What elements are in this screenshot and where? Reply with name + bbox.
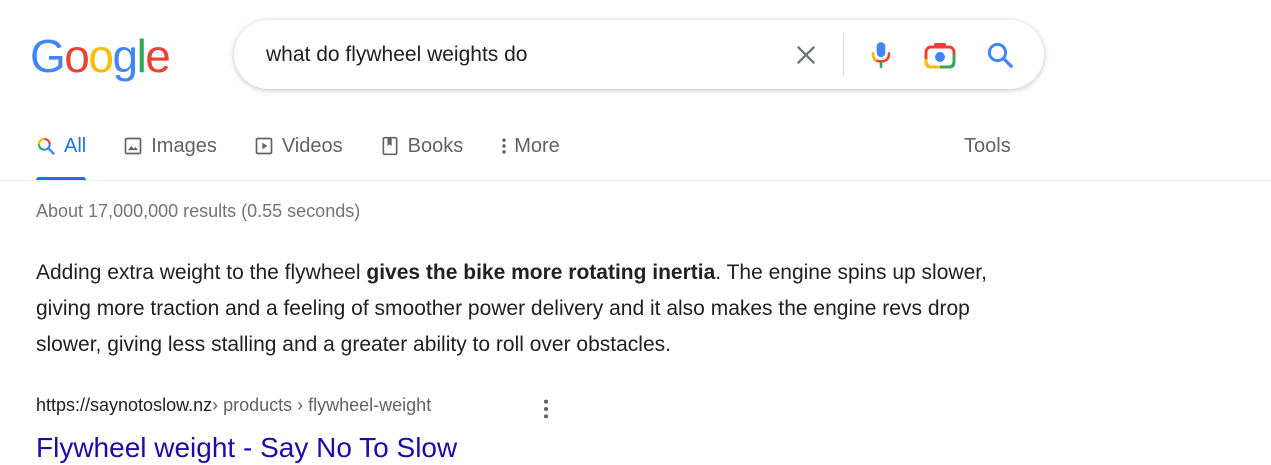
tab-videos-label: Videos (281, 134, 343, 157)
voice-search-button[interactable] (863, 37, 899, 73)
cite-domain: https://saynotoslow.nz (36, 395, 213, 415)
featured-snippet: Adding extra weight to the flywheel give… (36, 255, 1006, 363)
tab-images-label: Images (151, 134, 217, 157)
result-stats: About 17,000,000 results (0.55 seconds) (36, 201, 361, 221)
play-icon (254, 136, 274, 156)
lens-search-button[interactable] (922, 37, 958, 73)
tab-images[interactable]: Images (123, 120, 217, 172)
search-divider (843, 33, 844, 76)
search-box: what do flywheel weights do (234, 20, 1044, 89)
search-icon (36, 136, 56, 156)
tab-all-label: All (64, 134, 87, 157)
tab-books[interactable]: Books (380, 120, 464, 172)
tab-all[interactable]: All (36, 120, 87, 180)
microphone-icon (871, 42, 891, 68)
search-tabs: All Images Videos Books More (36, 120, 597, 180)
search-results-page: Google what do flywheel weights do All I… (0, 0, 1271, 465)
clear-button[interactable] (788, 37, 824, 73)
logo-letter-1: G (30, 30, 66, 82)
tools-button[interactable]: Tools (964, 120, 1011, 172)
result-title-link[interactable]: Flywheel weight - Say No To Slow (36, 430, 457, 465)
snippet-text-before: Adding extra weight to the flywheel (36, 261, 367, 284)
result-citation[interactable]: https://saynotoslow.nz › products › flyw… (36, 395, 431, 416)
logo-letter-4: g (112, 30, 138, 82)
camera-lens-icon (924, 43, 956, 69)
book-icon (380, 136, 400, 156)
search-button[interactable] (982, 37, 1018, 73)
snippet-highlight: gives the bike more rotating inertia (366, 261, 716, 284)
more-vert-icon (543, 399, 549, 419)
more-vert-icon (500, 136, 508, 156)
search-icon (987, 42, 1013, 68)
logo-letter-3: o (88, 30, 114, 82)
logo-letter-5: l (136, 30, 147, 82)
tab-more-label: More (514, 134, 560, 157)
tabs-divider (0, 180, 1271, 181)
tab-more[interactable]: More (500, 120, 560, 172)
cite-path: › products › flywheel-weight (212, 395, 432, 415)
logo-letter-6: e (145, 30, 171, 82)
result-options-button[interactable] (538, 397, 554, 421)
google-logo[interactable]: Google (30, 30, 171, 82)
clear-icon (797, 46, 815, 64)
tab-books-label: Books (407, 134, 464, 157)
tab-videos[interactable]: Videos (254, 120, 343, 172)
search-input[interactable]: what do flywheel weights do (266, 20, 528, 89)
image-icon (123, 136, 143, 156)
logo-letter-2: o (64, 30, 90, 82)
